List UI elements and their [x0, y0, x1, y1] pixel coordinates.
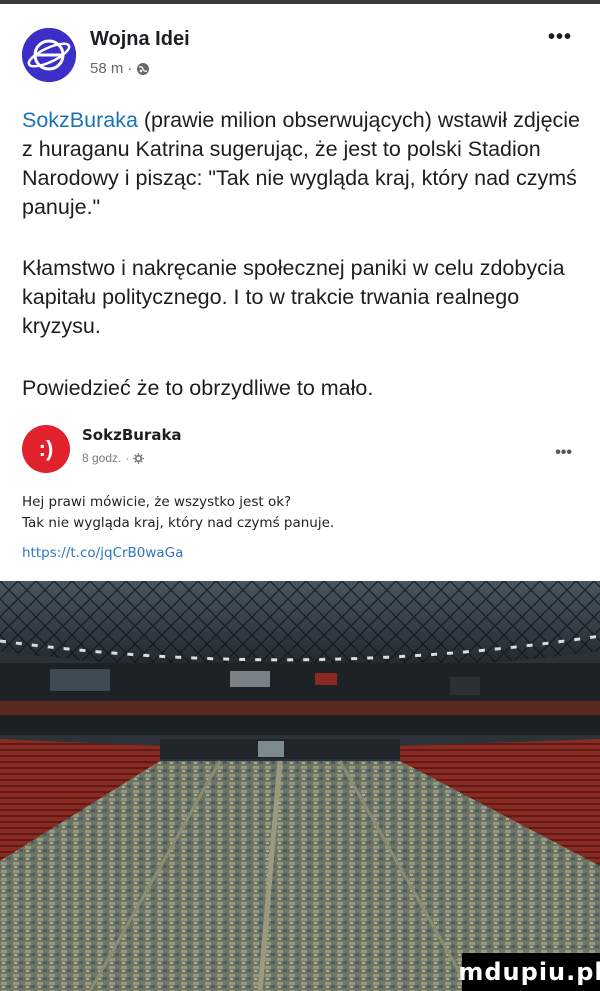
post-time[interactable]: 58 m	[90, 60, 123, 77]
embed-options-button[interactable]: •••	[555, 444, 572, 462]
embed-text: Hej prawi mówicie, że wszystko jest ok? …	[22, 492, 582, 534]
watermark: mdupiu.pl	[458, 953, 600, 991]
embed-line-2: Tak nie wygląda kraj, który nad czymś pa…	[22, 515, 335, 531]
embed-meta: 8 godz. ·	[82, 451, 145, 465]
embed-time[interactable]: 8 godz.	[82, 451, 121, 465]
embed-avatar[interactable]: :)	[22, 425, 70, 473]
astro-logo-icon	[22, 28, 76, 82]
page-avatar[interactable]	[22, 28, 76, 82]
post-paragraph-1: SokzBuraka (prawie milion obserwujących)…	[22, 106, 582, 222]
embed-author[interactable]: SokzBuraka	[82, 426, 182, 444]
gear-icon	[133, 452, 145, 464]
post-meta: 58 m ·	[90, 60, 150, 77]
embed-link[interactable]: https://t.co/jqCrB0waGa	[22, 545, 183, 561]
post-paragraph-3: Powiedzieć że to obrzydliwe to mało.	[22, 376, 374, 400]
meta-separator: ·	[127, 60, 133, 77]
facebook-post: Wojna Idei 58 m · ••• SokzBuraka (prawie…	[0, 4, 600, 400]
post-author[interactable]: Wojna Idei	[90, 28, 190, 51]
post-paragraph-2: Kłamstwo i nakręcanie społecznej paniki …	[22, 256, 565, 338]
globe-icon	[137, 62, 150, 75]
stadium-photo[interactable]	[0, 581, 600, 991]
post-options-button[interactable]: •••	[548, 26, 572, 49]
embed-line-1: Hej prawi mówicie, że wszystko jest ok?	[22, 494, 292, 510]
embed-avatar-letter: :)	[38, 436, 54, 461]
embedded-post: :) SokzBuraka 8 godz. · ••• Hej prawi mó…	[0, 409, 600, 581]
stadium-image	[0, 581, 600, 991]
embed-separator: ·	[125, 451, 130, 465]
mention-link[interactable]: SokzBuraka	[22, 108, 138, 132]
